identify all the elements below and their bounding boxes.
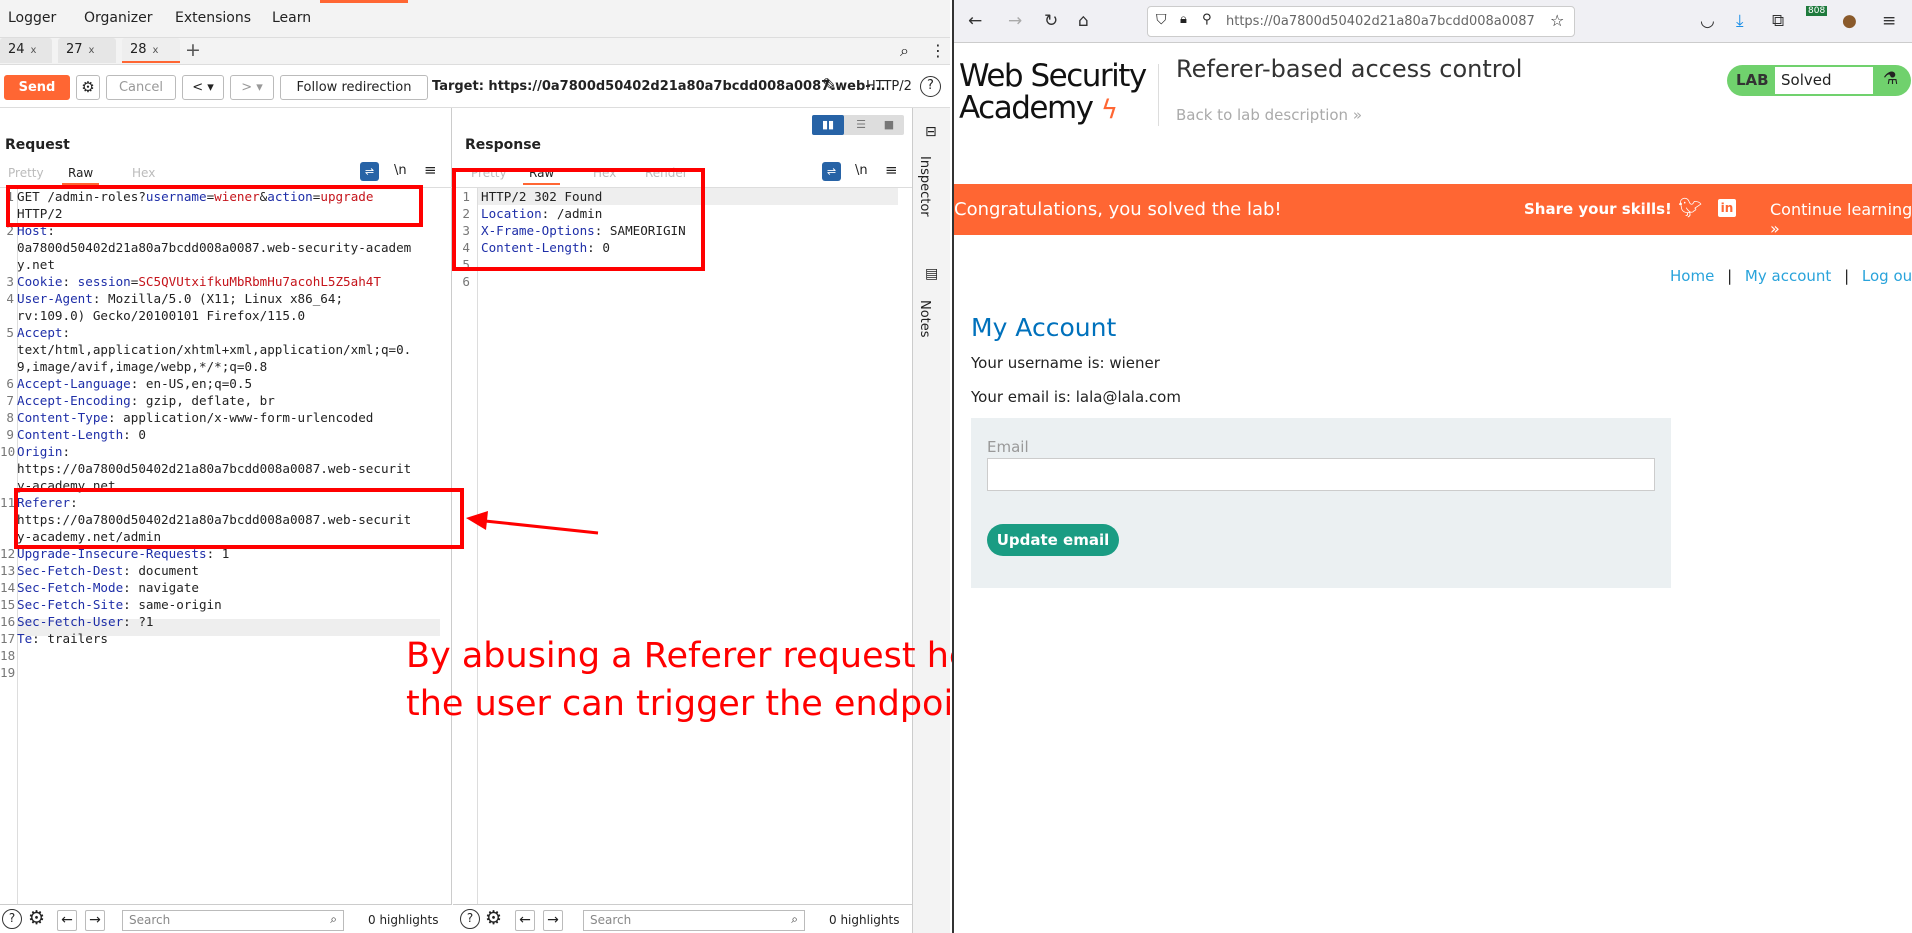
reload-icon[interactable]: ↻: [1044, 11, 1058, 31]
top-nav: Home | My account | Log out: [1670, 267, 1912, 285]
continue-learning-link[interactable]: Continue learning »: [1770, 200, 1912, 238]
permissions-icon[interactable]: ⚲: [1202, 12, 1212, 27]
nav-my-account[interactable]: My account: [1745, 267, 1831, 285]
page-heading: My Account: [971, 313, 1117, 342]
home-icon[interactable]: ⌂: [1078, 11, 1089, 31]
web-security-academy-logo[interactable]: Web Security Academy ϟ: [959, 60, 1154, 126]
browser-window: ← → ↻ ⌂ ⛉ 🔒︎ ⚲ https://0a7800d50402d21a8…: [952, 0, 1912, 933]
hamburger-menu-icon[interactable]: ≡: [1882, 11, 1896, 31]
continue-text: Continue learning: [1770, 200, 1912, 219]
shield-icon[interactable]: ⛉: [1156, 12, 1167, 28]
url-bar[interactable]: ⛉ 🔒︎ ⚲ https://0a7800d50402d21a80a7bcdd0…: [1147, 6, 1575, 37]
update-email-button[interactable]: Update email: [987, 524, 1119, 556]
extensions-icon[interactable]: ⧉: [1772, 11, 1784, 31]
bookmark-star-icon[interactable]: ☆: [1550, 11, 1564, 30]
email-label: Email: [987, 438, 1029, 456]
nav-separator: |: [1727, 267, 1733, 285]
status-field: Solved: [1775, 67, 1873, 94]
download-icon[interactable]: ⤓: [1736, 11, 1744, 31]
back-link-text: Back to lab description: [1176, 106, 1349, 124]
nav-home[interactable]: Home: [1670, 267, 1714, 285]
solved-banner: Congratulations, you solved the lab! Sha…: [954, 184, 1912, 238]
nav-log-out[interactable]: Log out: [1862, 267, 1912, 285]
congratulations-text: Congratulations, you solved the lab!: [954, 199, 1282, 220]
extension-badge[interactable]: 808: [1806, 6, 1828, 16]
nav-separator: |: [1844, 267, 1850, 285]
email-input[interactable]: [987, 458, 1655, 491]
linkedin-icon[interactable]: in: [1718, 199, 1736, 217]
cookie-icon[interactable]: ●: [1842, 11, 1857, 31]
pocket-icon[interactable]: ◡: [1700, 11, 1715, 31]
annotation-arrow: [466, 511, 599, 535]
browser-toolbar: ← → ↻ ⌂ ⛉ 🔒︎ ⚲ https://0a7800d50402d21a8…: [954, 0, 1912, 43]
username-text: Your username is: wiener: [971, 354, 1160, 372]
share-label: Share your skills!: [1524, 200, 1672, 218]
url-text[interactable]: https://0a7800d50402d21a80a7bcdd008a0087…: [1226, 14, 1536, 29]
back-icon[interactable]: ←: [968, 11, 982, 31]
lock-icon[interactable]: 🔒︎: [1180, 12, 1187, 27]
update-email-form: Email Update email: [971, 418, 1671, 588]
lab-status: Solved: [1781, 71, 1832, 89]
lab-title: Referer-based access control: [1176, 55, 1523, 83]
lab-status-badge: LAB Solved ⚗: [1727, 65, 1911, 96]
flask-icon: ⚗: [1883, 69, 1899, 89]
back-to-lab-link[interactable]: Back to lab description »: [1176, 106, 1362, 124]
forward-icon[interactable]: →: [1008, 11, 1022, 31]
twitter-icon[interactable]: 🐦︎: [1678, 196, 1702, 219]
email-text: Your email is: lala@lala.com: [971, 388, 1181, 406]
lab-label: LAB: [1736, 71, 1769, 89]
